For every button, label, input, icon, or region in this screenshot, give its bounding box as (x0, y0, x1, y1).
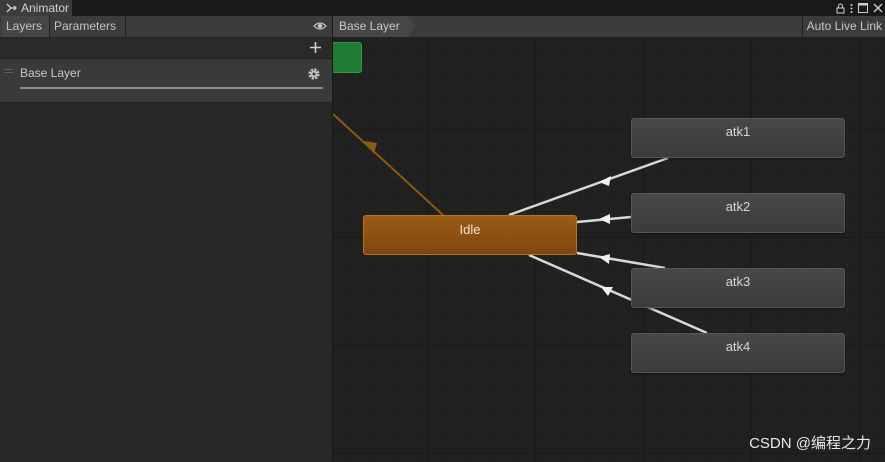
maximize-icon[interactable] (858, 3, 868, 13)
drag-handle-icon[interactable] (4, 69, 13, 75)
lock-icon[interactable] (836, 3, 845, 14)
window-tab-bar: Animator (0, 0, 885, 16)
layer-weight-bar (20, 87, 323, 89)
gear-icon[interactable] (307, 67, 321, 84)
animator-window-tab[interactable]: Animator (0, 0, 72, 16)
breadcrumb-base-layer[interactable]: Base Layer (333, 16, 416, 37)
watermark: CSDN @编程之力 (749, 435, 871, 452)
state-machine-graph[interactable]: Idle atk1 atk2 atk3 atk4 (333, 37, 885, 462)
layer-item-base-layer[interactable]: Base Layer (0, 59, 332, 103)
tab-parameters[interactable]: Parameters (50, 16, 126, 37)
layer-toolbar (0, 38, 332, 59)
transition-atk3-idle[interactable] (576, 251, 666, 270)
transition-atk2-idle-arrow (599, 214, 610, 224)
state-node-idle[interactable]: Idle (363, 215, 577, 255)
window-title: Animator (21, 1, 70, 15)
graph-header: Base Layer Auto Live Link (333, 16, 885, 38)
layers-panel: Layers Parameters Base Layer (0, 16, 333, 462)
transition-atk3-idle-arrow (599, 254, 610, 264)
state-node-atk2[interactable]: atk2 (631, 193, 845, 233)
close-icon[interactable] (873, 3, 883, 13)
default-transition[interactable] (333, 113, 444, 216)
more-options-icon[interactable] (850, 3, 853, 14)
panel-tab-strip: Layers Parameters (0, 16, 332, 38)
layer-name: Base Layer (20, 66, 81, 80)
auto-live-link-button[interactable]: Auto Live Link (801, 16, 885, 37)
tab-layers[interactable]: Layers (2, 16, 50, 37)
add-layer-button[interactable] (307, 40, 323, 56)
plus-icon (309, 42, 321, 53)
animator-icon (6, 3, 17, 13)
animator-window: Animator Layers Parameters Base Layer Ba… (0, 0, 885, 462)
entry-state-node[interactable] (333, 42, 362, 73)
window-controls (836, 0, 883, 16)
eye-icon[interactable] (313, 20, 327, 35)
state-node-atk3[interactable]: atk3 (631, 268, 845, 308)
state-node-atk1[interactable]: atk1 (631, 118, 845, 158)
state-node-atk4[interactable]: atk4 (631, 333, 845, 373)
